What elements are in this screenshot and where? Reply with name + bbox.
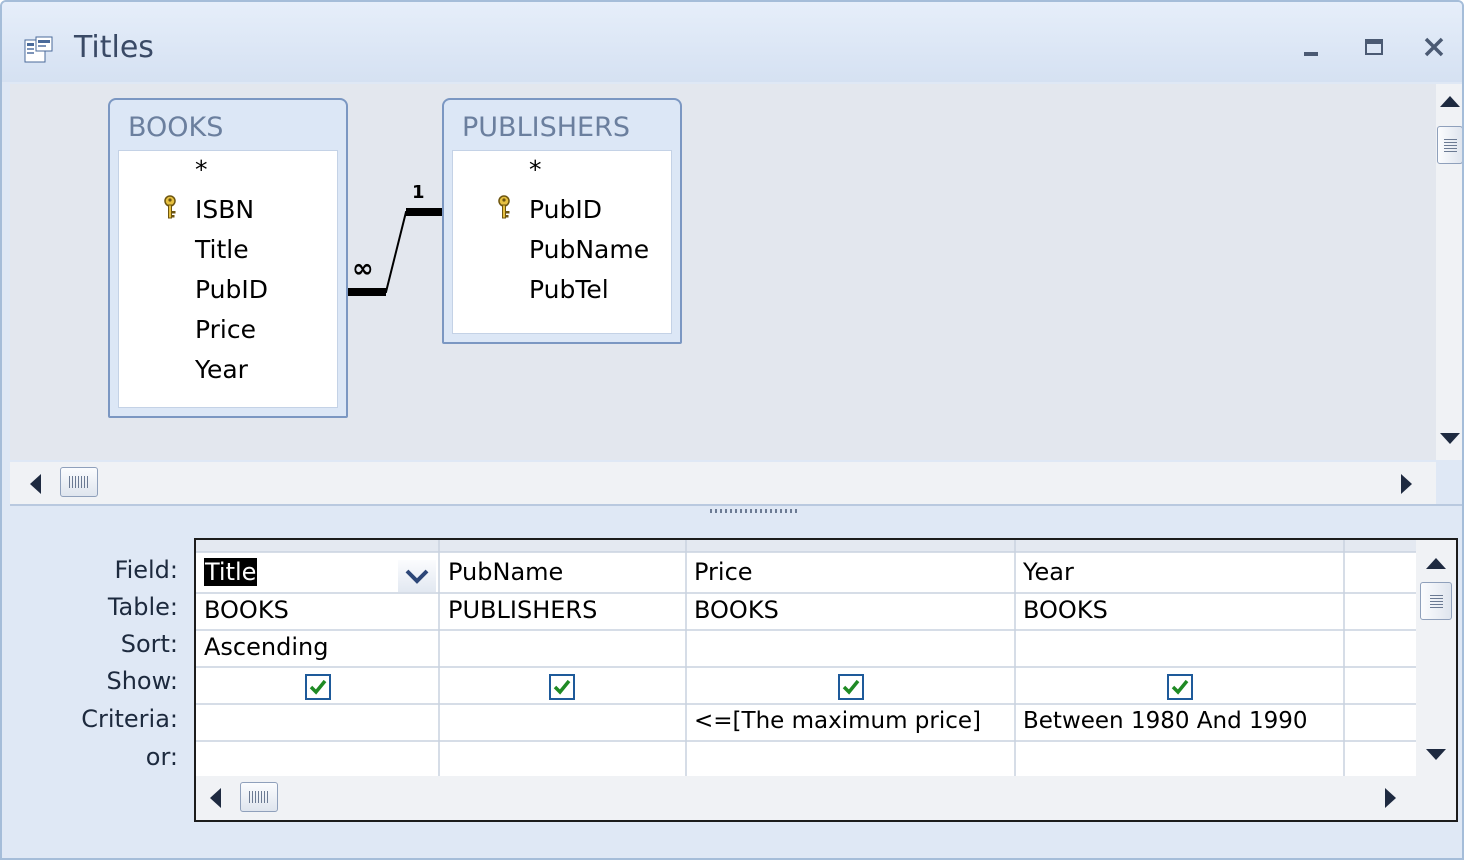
field-cell[interactable]: Title: [204, 558, 258, 586]
sort-cell[interactable]: Ascending: [204, 633, 328, 661]
row-label-criteria: Criteria:: [81, 705, 178, 733]
publishers-table-box[interactable]: PUBLISHERS * PubID PubName PubTel: [442, 98, 682, 344]
scroll-thumb[interactable]: [1420, 582, 1452, 620]
upper-horizontal-scrollbar[interactable]: [10, 462, 1436, 504]
field-cell[interactable]: Price: [694, 558, 753, 586]
query-design-window: Titles BOOKS * ISBN Title PubID Price Ye…: [0, 0, 1464, 860]
scroll-right-arrow-icon[interactable]: [1384, 788, 1398, 808]
checkmark-icon: [1171, 679, 1189, 695]
row-label-field: Field:: [114, 556, 178, 584]
table-cell[interactable]: BOOKS: [1023, 596, 1108, 624]
table-cell[interactable]: BOOKS: [694, 596, 779, 624]
primary-key-icon: [164, 195, 176, 219]
field-item[interactable]: PubID: [195, 275, 268, 304]
scroll-thumb[interactable]: [60, 467, 98, 497]
field-item[interactable]: *: [195, 155, 208, 184]
scroll-up-arrow-icon[interactable]: [1426, 556, 1446, 570]
criteria-cell[interactable]: Between 1980 And 1990: [1023, 708, 1308, 734]
show-checkbox[interactable]: [1167, 674, 1193, 700]
table-cell[interactable]: PUBLISHERS: [448, 596, 597, 624]
field-item[interactable]: PubID: [529, 195, 602, 224]
chevron-down-icon[interactable]: [398, 560, 436, 592]
scroll-left-arrow-icon[interactable]: [28, 474, 42, 494]
query-design-grid[interactable]: Title BOOKS Ascending PubName PUBLISHERS…: [194, 538, 1458, 822]
one-label: 1: [412, 182, 425, 203]
scroll-up-arrow-icon[interactable]: [1440, 94, 1460, 108]
field-item[interactable]: Price: [195, 315, 256, 344]
scroll-down-arrow-icon[interactable]: [1426, 748, 1446, 762]
row-label-or: or:: [145, 743, 178, 771]
criteria-cell[interactable]: <=[The maximum price]: [694, 708, 981, 734]
grid-lines: [196, 540, 1416, 776]
books-table-box[interactable]: BOOKS * ISBN Title PubID Price Year: [108, 98, 348, 418]
maximize-button[interactable]: [1354, 28, 1394, 68]
show-checkbox[interactable]: [838, 674, 864, 700]
field-list[interactable]: * PubID PubName PubTel: [452, 150, 672, 334]
field-item[interactable]: *: [529, 155, 542, 184]
field-item[interactable]: ISBN: [195, 195, 254, 224]
field-cell[interactable]: PubName: [448, 558, 563, 586]
checkmark-icon: [842, 679, 860, 695]
title-bar: Titles: [2, 2, 1462, 82]
primary-key-icon: [498, 195, 510, 219]
field-item[interactable]: Year: [195, 355, 248, 384]
grid-vertical-scrollbar[interactable]: [1416, 540, 1456, 776]
row-label-sort: Sort:: [120, 630, 178, 658]
scroll-thumb[interactable]: [240, 782, 278, 812]
row-label-table: Table:: [107, 593, 178, 621]
field-cell[interactable]: Year: [1023, 558, 1074, 586]
field-item[interactable]: PubTel: [529, 275, 609, 304]
scroll-thumb[interactable]: [1437, 126, 1462, 164]
window-title: Titles: [74, 30, 154, 65]
table-name: BOOKS: [128, 112, 224, 143]
grid-horizontal-scrollbar[interactable]: [196, 776, 1456, 820]
scroll-down-arrow-icon[interactable]: [1440, 432, 1460, 446]
field-list[interactable]: * ISBN Title PubID Price Year: [118, 150, 338, 408]
table-cell[interactable]: BOOKS: [204, 596, 289, 624]
scroll-left-arrow-icon[interactable]: [208, 788, 222, 808]
show-checkbox[interactable]: [305, 674, 331, 700]
checkmark-icon: [309, 679, 327, 695]
scroll-right-arrow-icon[interactable]: [1400, 474, 1414, 494]
pane-splitter[interactable]: [10, 504, 1462, 516]
row-label-show: Show:: [106, 667, 178, 695]
query-design-icon: [24, 36, 53, 63]
minimize-button[interactable]: [1292, 28, 1332, 68]
upper-vertical-scrollbar[interactable]: [1436, 84, 1462, 460]
field-item[interactable]: Title: [195, 235, 249, 264]
checkmark-icon: [553, 679, 571, 695]
many-label: ∞: [352, 254, 374, 284]
show-checkbox[interactable]: [549, 674, 575, 700]
table-name: PUBLISHERS: [462, 112, 630, 143]
field-item[interactable]: PubName: [529, 235, 649, 264]
close-button[interactable]: [1414, 28, 1454, 68]
